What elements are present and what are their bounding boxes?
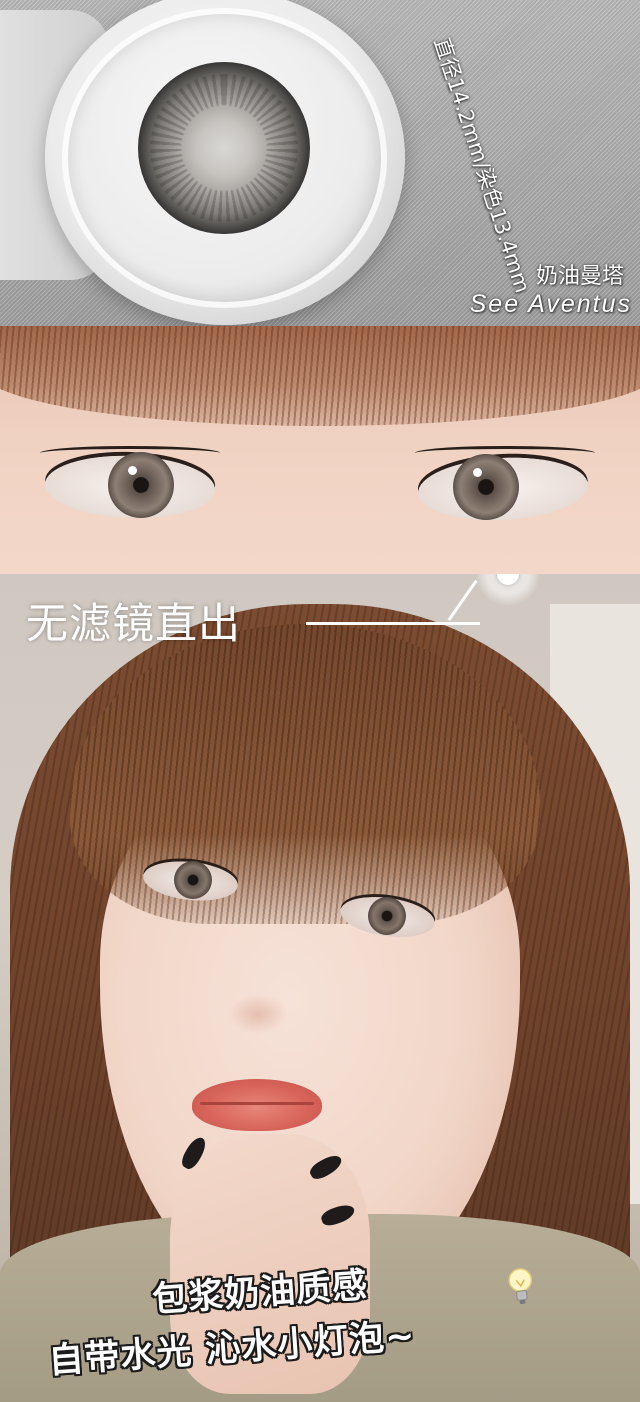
left-iris: [108, 452, 174, 518]
annotation-leader-diagonal: [447, 580, 478, 622]
product-name-en: See Aventus: [469, 290, 632, 318]
selfie-left-iris: [174, 861, 212, 899]
annotation-leader-line: [306, 622, 480, 625]
eyes-closeup-photo: [0, 326, 640, 574]
nose: [228, 994, 288, 1034]
right-iris: [453, 454, 519, 520]
lips: [192, 1079, 322, 1131]
light-bulb-icon: [508, 1268, 533, 1305]
lens-spec-text: 直径14.2mm/染色13.4mm: [429, 34, 535, 296]
product-name-cn: 奶油曼塔: [535, 264, 624, 289]
lens-product-photo: 直径14.2mm/染色13.4mm 奶油曼塔 See Aventus: [0, 0, 640, 326]
selfie-right-iris: [368, 897, 406, 935]
right-eye-catchlight: [473, 468, 482, 477]
lip-line: [200, 1102, 314, 1105]
no-filter-label: 无滤镜直出: [26, 599, 242, 648]
contact-lens-pattern: [150, 74, 298, 222]
left-eye-catchlight: [128, 466, 137, 475]
hair-bangs: [0, 326, 640, 426]
selfie-photo: 无滤镜直出 包浆奶油质感 自带水光 沁水小灯泡~: [0, 574, 640, 1402]
